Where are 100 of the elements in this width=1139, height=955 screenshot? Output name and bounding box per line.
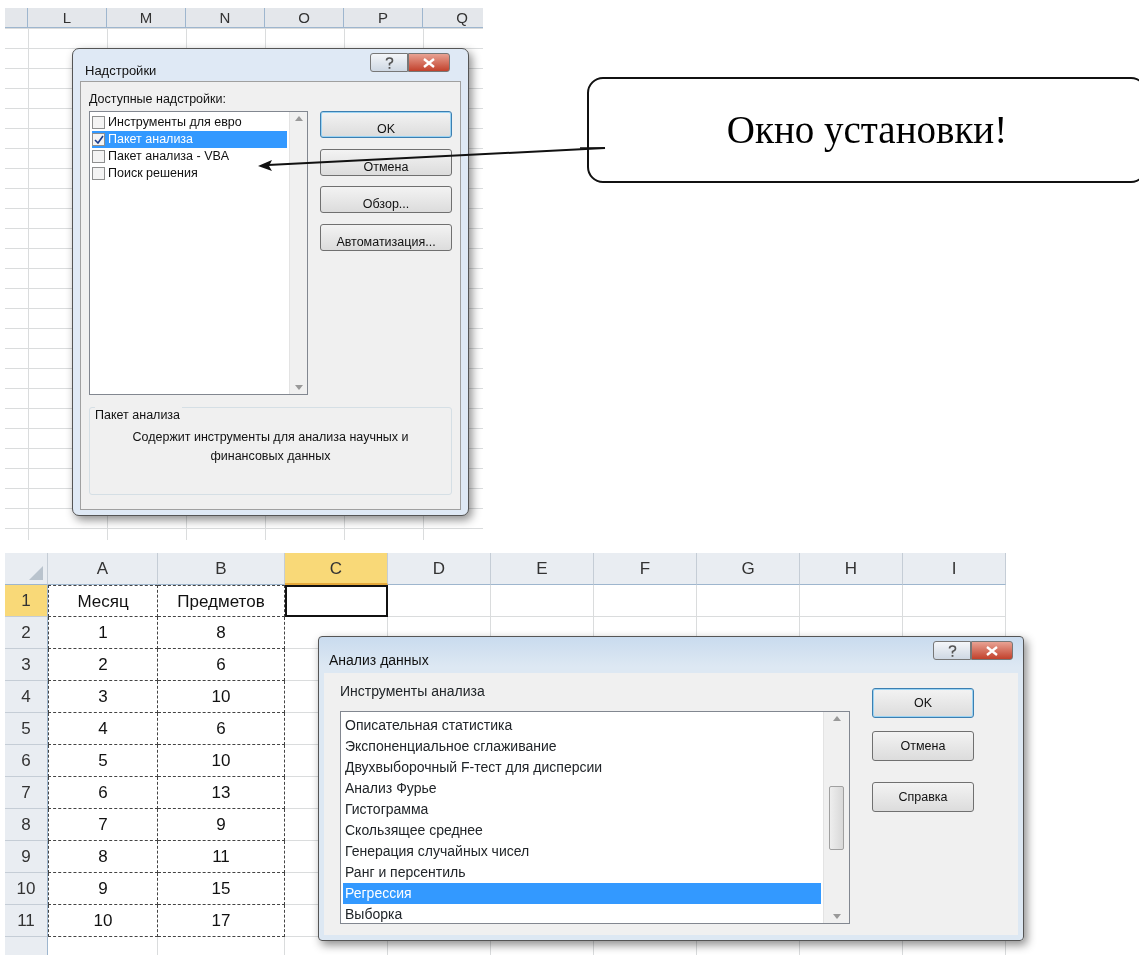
table-cell[interactable]: 6	[158, 713, 285, 745]
column-header[interactable]: H	[800, 553, 903, 585]
dialog-button[interactable]: Обзор...	[320, 186, 452, 214]
column-header: M	[107, 8, 186, 27]
checkbox[interactable]	[92, 167, 105, 181]
row-header[interactable]: 6	[5, 745, 48, 777]
column-header[interactable]: G	[697, 553, 800, 585]
checkbox[interactable]	[92, 150, 105, 164]
column-header[interactable]: F	[594, 553, 697, 585]
row-header[interactable]: 7	[5, 777, 48, 809]
dialog-button[interactable]: Справка	[872, 782, 974, 812]
list-item[interactable]: Описательная статистика	[343, 715, 821, 736]
active-cell[interactable]	[285, 585, 388, 617]
list-item[interactable]: Инструменты для евро	[92, 114, 287, 132]
table-cell[interactable]: 1	[48, 617, 158, 649]
row-header[interactable]: 5	[5, 713, 48, 745]
table-cell[interactable]: 8	[48, 841, 158, 873]
scrollbar-thumb[interactable]	[829, 785, 844, 850]
list-label: Инструменты анализа	[340, 682, 486, 701]
table-cell[interactable]	[388, 585, 491, 617]
help-button[interactable]	[370, 53, 408, 72]
table-cell[interactable]: 5	[48, 745, 158, 777]
check-icon	[93, 135, 104, 145]
close-icon	[423, 57, 435, 68]
table-cell[interactable]: 17	[158, 905, 285, 937]
column-header: N	[186, 8, 265, 27]
table-cell[interactable]: 9	[158, 809, 285, 841]
table-cell[interactable]: 3	[48, 681, 158, 713]
column-header[interactable]: C	[285, 553, 388, 585]
column-header[interactable]: I	[903, 553, 1006, 585]
table-cell[interactable]: 13	[158, 777, 285, 809]
row-header[interactable]: 3	[5, 649, 48, 681]
checkbox[interactable]	[92, 116, 105, 130]
row-header[interactable]: 1	[5, 585, 48, 617]
row-header[interactable]: 11	[5, 905, 48, 937]
column-header[interactable]: B	[158, 553, 285, 585]
close-button[interactable]	[408, 53, 450, 72]
scroll-down-arrow-icon	[832, 914, 841, 919]
table-cell[interactable]: 8	[158, 617, 285, 649]
select-all-corner[interactable]	[5, 553, 48, 585]
row-header[interactable]: 9	[5, 841, 48, 873]
list-label: Доступные надстройки:	[89, 90, 227, 108]
close-button[interactable]	[971, 641, 1013, 660]
list-item[interactable]: Пакет анализа - VBA	[92, 148, 287, 166]
table-cell[interactable]: 10	[48, 905, 158, 937]
column-header: Q	[423, 8, 483, 27]
dialog-button[interactable]: Отмена	[872, 731, 974, 761]
table-cell[interactable]	[697, 585, 800, 617]
question-mark-icon	[384, 56, 394, 69]
list-item[interactable]: Ранг и персентиль	[343, 862, 821, 883]
column-header[interactable]: D	[388, 553, 491, 585]
dialog-title: Анализ данных	[329, 651, 429, 670]
close-icon	[986, 645, 998, 656]
corner-triangle-icon	[29, 566, 43, 580]
table-cell[interactable]: 11	[158, 841, 285, 873]
dialog-button[interactable]: OK	[320, 111, 452, 139]
row-header[interactable]: 10	[5, 873, 48, 905]
table-cell[interactable]: 10	[158, 745, 285, 777]
table-cell[interactable]	[903, 585, 1006, 617]
dialog-button[interactable]: Отмена	[320, 149, 452, 177]
column-header: L	[28, 8, 107, 27]
table-cell[interactable]: 7	[48, 809, 158, 841]
description-text: Содержит инструменты для анализа научных и финансовых данных	[131, 429, 410, 465]
column-header[interactable]: A	[48, 553, 158, 585]
table-cell[interactable]: 2	[48, 649, 158, 681]
callout-text: Окно установки!	[726, 106, 1008, 154]
list-item[interactable]: Двухвыборочный F-тест для дисперсии	[343, 757, 821, 778]
column-header: P	[344, 8, 423, 27]
table-cell[interactable]	[800, 585, 903, 617]
column-header[interactable]: E	[491, 553, 594, 585]
help-button[interactable]	[933, 641, 971, 660]
table-cell[interactable]: 10	[158, 681, 285, 713]
list-item[interactable]: Поиск решения	[92, 165, 287, 183]
scroll-down-arrow-icon	[294, 385, 303, 391]
scroll-up-arrow-icon	[832, 716, 841, 721]
list-item[interactable]: Экспоненциальное сглаживание	[343, 736, 821, 757]
list-item[interactable]: Гистограмма	[343, 799, 821, 820]
list-item[interactable]: Анализ Фурье	[343, 778, 821, 799]
table-cell[interactable]: Месяц	[48, 585, 158, 617]
row-header[interactable]: 8	[5, 809, 48, 841]
table-cell[interactable]	[491, 585, 594, 617]
scroll-up-arrow-icon	[294, 116, 303, 122]
table-cell[interactable]: 4	[48, 713, 158, 745]
dialog-title: Надстройки	[85, 62, 157, 80]
table-cell[interactable]: 6	[158, 649, 285, 681]
table-cell[interactable]	[594, 585, 697, 617]
question-mark-icon	[947, 644, 957, 657]
checkbox[interactable]	[92, 133, 105, 147]
list-item[interactable]: Выборка	[343, 904, 821, 925]
table-cell[interactable]: Предметов	[158, 585, 285, 617]
list-item[interactable]: Скользящее среднее	[343, 820, 821, 841]
table-cell[interactable]: 15	[158, 873, 285, 905]
table-cell[interactable]: 6	[48, 777, 158, 809]
row-header[interactable]: 4	[5, 681, 48, 713]
column-header: O	[265, 8, 344, 27]
list-item[interactable]: Генерация случайных чисел	[343, 841, 821, 862]
row-header[interactable]: 2	[5, 617, 48, 649]
dialog-button[interactable]: OK	[872, 688, 974, 718]
dialog-button[interactable]: Автоматизация...	[320, 224, 452, 252]
table-cell[interactable]: 9	[48, 873, 158, 905]
